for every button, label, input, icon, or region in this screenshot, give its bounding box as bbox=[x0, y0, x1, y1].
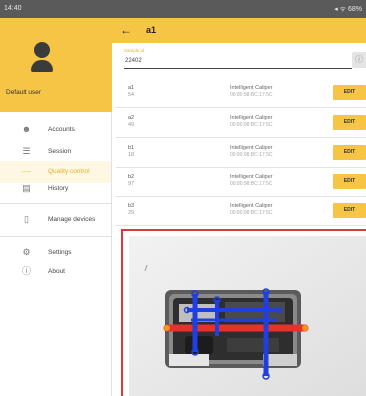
measurement-row: a2 49 Intelligent Caliper 00:80:98:BC:17… bbox=[116, 108, 366, 138]
measurement-name: b1 bbox=[128, 145, 135, 151]
sidebar-item-session[interactable]: ☰ Session bbox=[0, 141, 111, 163]
measurement-value: 54 bbox=[128, 92, 135, 98]
measurement-name: b3 bbox=[128, 203, 135, 209]
sidebar-item-manage-devices[interactable]: ▯ Manage devices bbox=[0, 209, 111, 231]
divider bbox=[0, 203, 111, 204]
measurement-image-frame bbox=[121, 229, 366, 396]
drawer-header: Default user bbox=[0, 18, 112, 112]
info-icon[interactable]: ⓘ bbox=[352, 52, 366, 68]
edit-button[interactable]: EDIT bbox=[333, 85, 366, 100]
sidebar-item-label: About bbox=[48, 268, 65, 275]
device-mac: 00:80:98:BC:17:5C bbox=[230, 122, 273, 128]
field-underline bbox=[124, 68, 352, 69]
app-bar: ← a1 bbox=[112, 18, 366, 43]
quality-icon: — bbox=[22, 166, 31, 176]
avatar-icon bbox=[31, 42, 53, 74]
gear-icon: ⚙ bbox=[22, 247, 31, 257]
device-mac: 00:80:98:BC:17:5C bbox=[230, 152, 273, 158]
list-icon: ☰ bbox=[22, 146, 31, 156]
status-icons: ◂ ᯤ 68% bbox=[334, 6, 362, 13]
edit-button[interactable]: EDIT bbox=[333, 174, 366, 189]
measurement-name: a1 bbox=[128, 85, 135, 91]
sidebar-item-accounts[interactable]: ☻ Accounts bbox=[0, 119, 111, 141]
sidebar-item-label: History bbox=[48, 185, 69, 192]
user-name: Default user bbox=[6, 89, 42, 96]
sidebar-item-history[interactable]: ▤ History bbox=[0, 178, 111, 200]
measurement-name: b2 bbox=[128, 174, 135, 180]
navigation-drawer: Default user ☻ Accounts ☰ Session — Qual… bbox=[0, 18, 112, 396]
sidebar-item-label: Accounts bbox=[48, 126, 75, 133]
sidebar-item-label: Quality control bbox=[48, 168, 90, 175]
page-title: a1 bbox=[146, 25, 157, 35]
measurement-value: 97 bbox=[128, 181, 135, 187]
person-icon: ☻ bbox=[21, 124, 32, 134]
sample-id-field[interactable]: Sample id 22402 bbox=[124, 48, 352, 72]
history-icon: ▤ bbox=[22, 183, 31, 193]
back-arrow-icon[interactable]: ← bbox=[120, 23, 132, 37]
measurement-row: b3 29 Intelligent Caliper 00:80:98:BC:17… bbox=[116, 196, 366, 226]
measurement-row: a1 54 Intelligent Caliper 00:80:98:BC:17… bbox=[116, 78, 366, 108]
measurement-value: 18 bbox=[128, 152, 135, 158]
measurement-row: b1 18 Intelligent Caliper 00:80:98:BC:17… bbox=[116, 138, 366, 168]
device-name: Intelligent Caliper bbox=[230, 115, 273, 121]
divider bbox=[0, 236, 111, 237]
device-name: Intelligent Caliper bbox=[230, 85, 273, 91]
device-mac: 00:80:98:BC:17:5C bbox=[230, 210, 273, 216]
edit-button[interactable]: EDIT bbox=[333, 203, 366, 218]
status-bar: 14:40 ◂ ᯤ 68% bbox=[0, 0, 366, 18]
edit-button[interactable]: EDIT bbox=[333, 145, 366, 160]
sample-id-label: Sample id bbox=[124, 48, 145, 53]
edit-button[interactable]: EDIT bbox=[333, 115, 366, 130]
device-name: Intelligent Caliper bbox=[230, 203, 273, 209]
measurement-value: 29 bbox=[128, 210, 135, 216]
sidebar-item-label: Session bbox=[48, 148, 72, 155]
device-name: Intelligent Caliper bbox=[230, 174, 273, 180]
sample-id-value[interactable]: 22402 bbox=[125, 58, 142, 64]
info-icon: ⓘ bbox=[21, 266, 31, 276]
device-mac: 00:80:98:BC:17:5C bbox=[230, 181, 273, 187]
sidebar-item-label: Manage devices bbox=[48, 216, 96, 223]
device-name: Intelligent Caliper bbox=[230, 145, 273, 151]
sidebar-item-about[interactable]: ⓘ About bbox=[0, 261, 111, 283]
device-mac: 00:80:98:BC:17:5C bbox=[230, 92, 273, 98]
measurement-value: 49 bbox=[128, 122, 135, 128]
measurement-photo[interactable] bbox=[129, 236, 366, 396]
measurement-name: a2 bbox=[128, 115, 135, 121]
sidebar-item-label: Settings bbox=[48, 249, 72, 256]
status-time: 14:40 bbox=[4, 5, 22, 12]
measurement-row: b2 97 Intelligent Caliper 00:80:98:BC:17… bbox=[116, 167, 366, 197]
device-icon: ▯ bbox=[24, 214, 29, 224]
